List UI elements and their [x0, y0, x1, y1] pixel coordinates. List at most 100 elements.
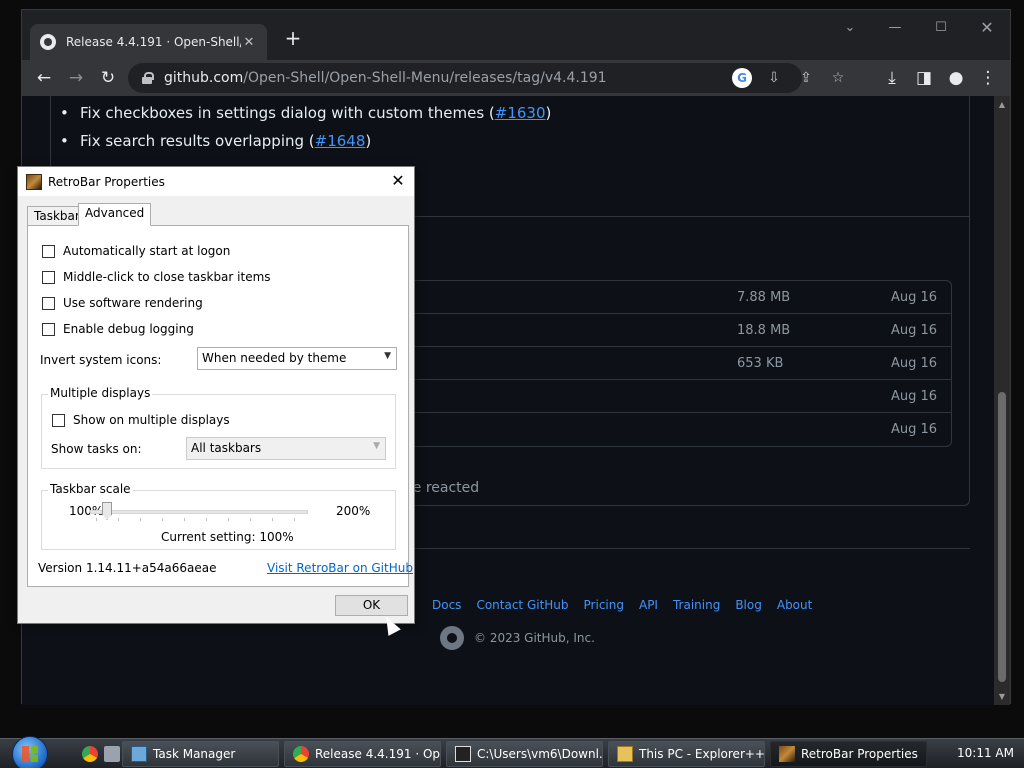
- footer-link[interactable]: Docs: [432, 598, 461, 612]
- page-scrollbar[interactable]: ▲ ▼: [994, 96, 1010, 705]
- address-bar[interactable]: github.com/Open-Shell/Open-Shell-Menu/re…: [128, 63, 844, 93]
- auto-start-checkbox-row[interactable]: Automatically start at logon: [42, 244, 230, 258]
- asset-row[interactable]: Aug 16: [323, 380, 951, 413]
- close-window-icon[interactable]: ✕: [967, 18, 1007, 42]
- scale-max-label: 200%: [336, 504, 371, 518]
- dialog-title-bar[interactable]: RetroBar Properties ✕: [18, 167, 414, 196]
- copyright-text: © 2023 GitHub, Inc.: [474, 631, 595, 645]
- chrome-quicklaunch-icon[interactable]: [82, 746, 98, 762]
- footer-link[interactable]: About: [777, 598, 812, 612]
- tab-close-icon[interactable]: ✕: [241, 35, 257, 50]
- show-tasks-select[interactable]: All taskbars ▼: [186, 437, 386, 460]
- debug-logging-checkbox[interactable]: [42, 322, 55, 336]
- taskbar-item-7zip[interactable]: C:\Users\vm6\Downl...: [446, 741, 603, 767]
- release-note-item: Fix checkboxes in settings dialog with c…: [60, 104, 551, 122]
- footer-link[interactable]: Blog: [735, 598, 762, 612]
- multiple-displays-checkbox[interactable]: [52, 413, 65, 427]
- software-rendering-checkbox[interactable]: [42, 296, 55, 310]
- footer-copyright: © 2023 GitHub, Inc.: [440, 626, 595, 650]
- chevron-down-icon: ▼: [384, 351, 391, 361]
- retrobar-app-icon: [26, 173, 42, 190]
- system-clock[interactable]: 10:11 AM: [957, 746, 1014, 760]
- forward-icon[interactable]: →: [62, 64, 90, 92]
- scroll-up-icon[interactable]: ▲: [994, 100, 1010, 109]
- tab-search-icon[interactable]: ⌄: [830, 18, 870, 42]
- tab-advanced[interactable]: Advanced: [78, 203, 152, 226]
- checkbox-label: Show on multiple displays: [73, 413, 230, 427]
- asset-date: Aug 16: [890, 356, 937, 371]
- desktop-quicklaunch-icon[interactable]: [104, 746, 120, 762]
- debug-logging-checkbox-row[interactable]: Enable debug logging: [42, 322, 194, 336]
- google-lens-icon[interactable]: G: [732, 68, 752, 88]
- group-legend: Multiple displays: [48, 386, 153, 400]
- maximize-icon[interactable]: ☐: [921, 18, 961, 42]
- minimize-icon[interactable]: —: [875, 18, 915, 42]
- middle-click-checkbox-row[interactable]: Middle-click to close taskbar items: [42, 270, 271, 284]
- asset-row[interactable]: 18.8 MB Aug 16: [323, 314, 951, 347]
- scroll-thumb[interactable]: [998, 392, 1006, 682]
- profile-icon[interactable]: ●: [942, 64, 970, 92]
- asset-row[interactable]: 7.88 MB Aug 16: [323, 281, 951, 314]
- issue-link[interactable]: #1648: [315, 132, 366, 150]
- install-app-icon[interactable]: ⇩: [764, 68, 784, 88]
- downloads-icon[interactable]: ⤓: [878, 64, 906, 92]
- footer-link[interactable]: Pricing: [584, 598, 624, 612]
- start-button-icon[interactable]: [12, 736, 48, 768]
- chrome-icon: [293, 746, 309, 762]
- asset-row[interactable]: 653 KB Aug 16: [323, 347, 951, 380]
- version-text: Version 1.14.11+a54a66aeae: [38, 561, 217, 575]
- software-rendering-checkbox-row[interactable]: Use software rendering: [42, 296, 203, 310]
- taskbar-item-task-manager[interactable]: Task Manager: [122, 741, 279, 767]
- slider-tick: [162, 518, 163, 521]
- checkbox-label: Middle-click to close taskbar items: [63, 270, 271, 284]
- slider-tick: [140, 518, 141, 521]
- url-domain: github.com: [164, 70, 244, 86]
- share-icon[interactable]: ⇪: [796, 68, 816, 88]
- github-favicon-icon: [40, 34, 56, 50]
- reload-icon[interactable]: ↻: [94, 64, 122, 92]
- release-note-item: Fix search results overlapping (#1648): [60, 132, 371, 150]
- multiple-displays-checkbox-row[interactable]: Show on multiple displays: [52, 413, 230, 427]
- auto-start-checkbox[interactable]: [42, 244, 55, 258]
- tab-strip: Release 4.4.191 · Open-Shell/Op ✕ + ⌄ — …: [22, 10, 1010, 60]
- side-panel-icon[interactable]: ◨: [910, 64, 938, 92]
- invert-icons-label: Invert system icons:: [40, 353, 162, 367]
- slider-tick: [206, 518, 207, 521]
- taskbar-item-explorer[interactable]: This PC - Explorer++: [608, 741, 765, 767]
- asset-size: 7.88 MB: [737, 290, 791, 305]
- footer-links: Docs Contact GitHub Pricing API Training…: [432, 598, 827, 612]
- bookmark-star-icon[interactable]: ☆: [828, 68, 848, 88]
- invert-icons-select[interactable]: When needed by theme ▼: [197, 347, 397, 370]
- dialog-close-icon[interactable]: ✕: [388, 171, 408, 191]
- retrobar-icon: [779, 746, 795, 762]
- asset-row[interactable]: Aug 16: [323, 413, 951, 446]
- footer-link[interactable]: API: [639, 598, 658, 612]
- browser-toolbar: ← → ↻ github.com/Open-Shell/Open-Shell-M…: [22, 60, 1010, 96]
- browser-tab[interactable]: Release 4.4.191 · Open-Shell/Op ✕: [30, 24, 267, 60]
- slider-tick: [228, 518, 229, 521]
- asset-size: 653 KB: [737, 356, 784, 371]
- footer-link[interactable]: Training: [673, 598, 720, 612]
- github-logo-icon[interactable]: [440, 626, 464, 650]
- ok-button[interactable]: OK: [335, 595, 408, 616]
- taskbar-item-chrome[interactable]: Release 4.4.191 · Ope...: [284, 741, 441, 767]
- footer-link[interactable]: Contact GitHub: [476, 598, 568, 612]
- asset-size: 18.8 MB: [737, 323, 791, 338]
- show-tasks-label: Show tasks on:: [51, 442, 142, 456]
- issue-link[interactable]: #1630: [495, 104, 546, 122]
- asset-date: Aug 16: [890, 422, 937, 437]
- checkbox-label: Automatically start at logon: [63, 244, 231, 258]
- taskbar-item-retrobar[interactable]: RetroBar Properties: [770, 741, 927, 767]
- scale-slider-track[interactable]: [90, 510, 308, 514]
- asset-date: Aug 16: [890, 290, 937, 305]
- tab-title: Release 4.4.191 · Open-Shell/Op: [66, 35, 241, 49]
- scroll-down-icon[interactable]: ▼: [994, 692, 1010, 701]
- visit-github-link[interactable]: Visit RetroBar on GitHub: [267, 561, 413, 575]
- back-icon[interactable]: ←: [30, 64, 58, 92]
- middle-click-checkbox[interactable]: [42, 270, 55, 284]
- url-path: /Open-Shell/Open-Shell-Menu/releases/tag…: [243, 70, 607, 86]
- slider-tick: [118, 518, 119, 521]
- slider-tick: [250, 518, 251, 521]
- menu-kebab-icon[interactable]: ⋮: [974, 64, 1002, 92]
- new-tab-button[interactable]: +: [280, 26, 306, 52]
